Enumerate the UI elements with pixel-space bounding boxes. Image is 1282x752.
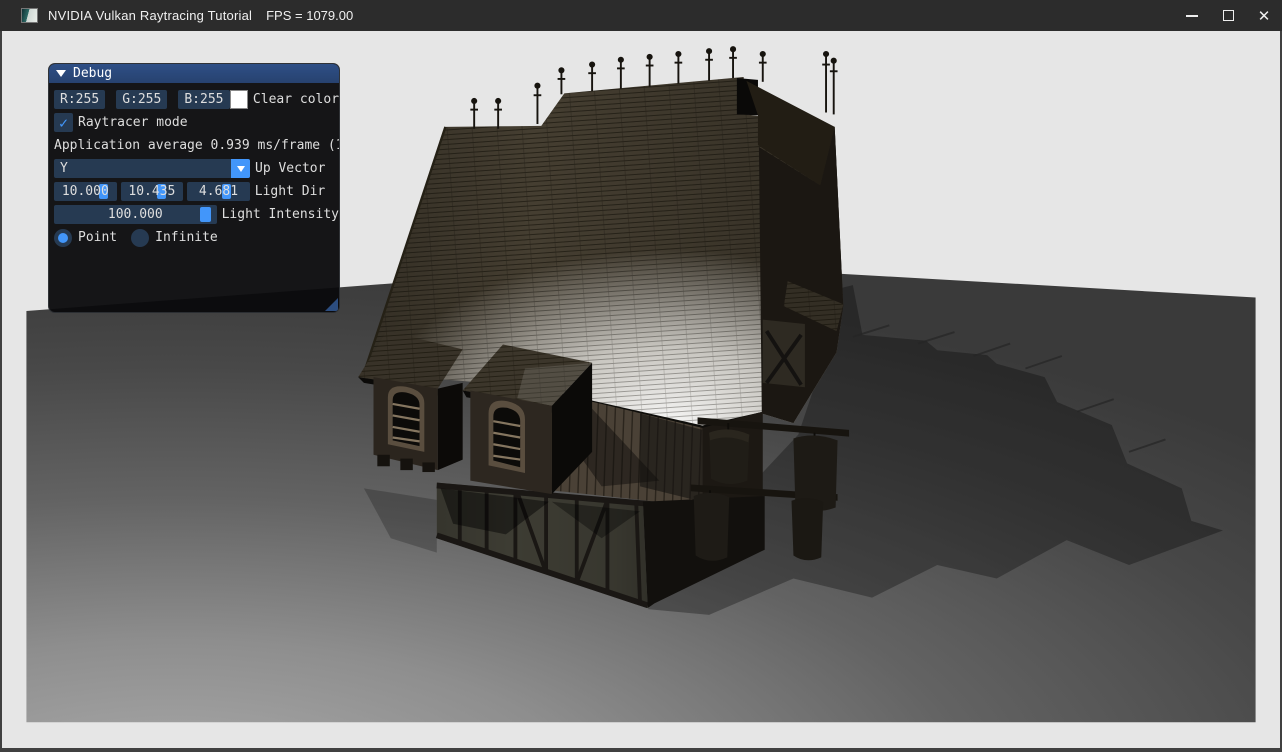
debug-panel-titlebar[interactable]: Debug bbox=[49, 64, 339, 83]
maximize-button[interactable] bbox=[1210, 0, 1246, 31]
point-radio[interactable] bbox=[54, 229, 72, 247]
debug-panel[interactable]: Debug R:255 G:255 B:255 Clear color ✓ Ra… bbox=[48, 63, 340, 313]
check-icon: ✓ bbox=[59, 114, 68, 132]
hanging-sign bbox=[792, 498, 824, 560]
fps-counter: FPS = 1079.00 bbox=[266, 8, 353, 23]
raytracer-checkbox[interactable]: ✓ bbox=[54, 113, 73, 132]
point-radio-label: Point bbox=[78, 230, 117, 245]
light-intensity-row: 100.000 Light Intensity bbox=[54, 205, 339, 224]
light-dir-z-value: 4.681 bbox=[199, 184, 238, 199]
infinite-radio-label: Infinite bbox=[155, 230, 218, 245]
up-vector-row: Y Up Vector bbox=[54, 159, 339, 178]
combo-arrow-button[interactable] bbox=[231, 159, 250, 178]
light-dir-x-value: 10.000 bbox=[62, 184, 109, 199]
chevron-down-icon bbox=[237, 166, 245, 172]
dormer-a bbox=[358, 331, 463, 472]
light-dir-y-value: 10.435 bbox=[128, 184, 175, 199]
hanging-sign bbox=[709, 429, 749, 484]
clear-color-swatch[interactable] bbox=[230, 90, 248, 109]
collapse-arrow-icon[interactable] bbox=[56, 70, 66, 77]
light-dir-x-slider[interactable]: 10.000 bbox=[54, 182, 117, 201]
clear-color-label: Clear color bbox=[253, 92, 339, 107]
arched-window bbox=[388, 386, 424, 452]
combo-value: Y bbox=[60, 161, 68, 176]
arched-window bbox=[489, 401, 525, 473]
light-dir-z-slider[interactable]: 4.681 bbox=[187, 182, 250, 201]
resize-grip[interactable] bbox=[325, 298, 338, 311]
maximize-icon bbox=[1223, 10, 1234, 21]
app-window: NVIDIA Vulkan Raytracing Tutorial FPS = … bbox=[0, 0, 1282, 752]
minimize-icon bbox=[1186, 15, 1198, 17]
minimize-button[interactable] bbox=[1174, 0, 1210, 31]
light-type-row: Point Infinite bbox=[54, 228, 339, 247]
light-dir-label: Light Dir bbox=[255, 184, 325, 199]
light-intensity-slider[interactable]: 100.000 bbox=[54, 205, 217, 224]
clear-color-row: R:255 G:255 B:255 Clear color bbox=[54, 90, 339, 109]
close-button[interactable]: ✕ bbox=[1246, 0, 1282, 31]
light-dir-y-slider[interactable]: 10.435 bbox=[121, 182, 184, 201]
panel-title-text: Debug bbox=[73, 66, 112, 81]
raytracer-row: ✓ Raytracer mode bbox=[54, 113, 339, 132]
radio-dot bbox=[58, 233, 68, 243]
red-value-button[interactable]: R:255 bbox=[54, 90, 105, 109]
app-icon bbox=[21, 8, 38, 23]
up-vector-label: Up Vector bbox=[255, 161, 325, 176]
infinite-radio[interactable] bbox=[131, 229, 149, 247]
light-intensity-label: Light Intensity bbox=[222, 207, 339, 222]
raytracer-label: Raytracer mode bbox=[78, 115, 188, 130]
titlebar: NVIDIA Vulkan Raytracing Tutorial FPS = … bbox=[0, 0, 1282, 31]
blue-value-button[interactable]: B:255 bbox=[178, 90, 229, 109]
slider-grab[interactable] bbox=[200, 207, 211, 222]
perf-text: Application average 0.939 ms/frame (1064 bbox=[54, 136, 339, 155]
window-title: NVIDIA Vulkan Raytracing Tutorial bbox=[48, 8, 252, 23]
light-dir-row: 10.000 10.435 4.681 Light Dir bbox=[54, 182, 339, 201]
hanging-sign bbox=[694, 493, 729, 561]
up-vector-combo[interactable]: Y bbox=[54, 159, 250, 178]
green-value-button[interactable]: G:255 bbox=[116, 90, 167, 109]
light-intensity-value: 100.000 bbox=[108, 207, 163, 222]
